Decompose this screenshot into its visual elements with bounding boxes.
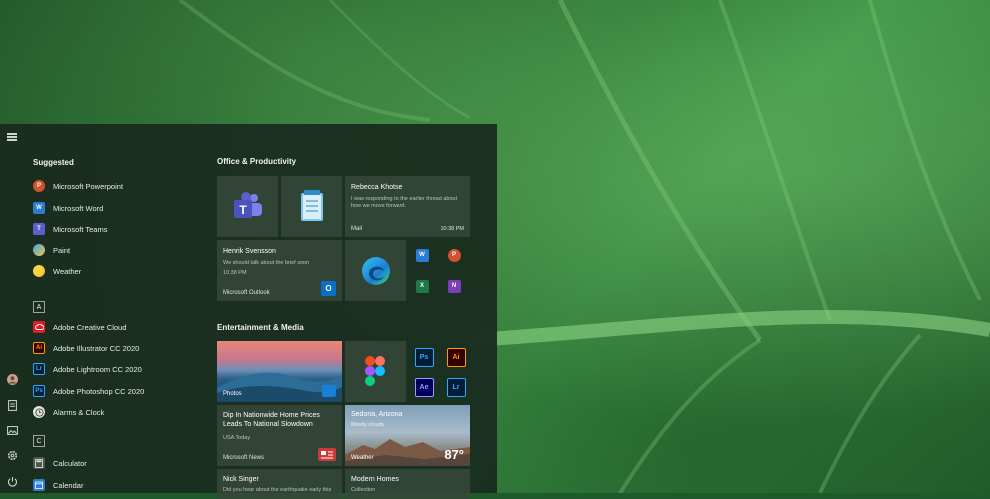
creative-cloud-icon bbox=[33, 321, 45, 333]
mail-preview: I was responding to the earlier thread a… bbox=[351, 196, 458, 209]
figma-icon bbox=[365, 356, 385, 386]
media-group-heading: Entertainment & Media bbox=[217, 323, 304, 332]
photoshop-mini-tile[interactable]: Ps bbox=[413, 346, 435, 368]
weather-city: Sedona, Arizona bbox=[351, 411, 403, 418]
photos-app-label: Photos bbox=[223, 391, 242, 397]
weather-app-label: Weather bbox=[351, 455, 374, 461]
hamburger-icon[interactable] bbox=[5, 130, 19, 144]
mail-time: 10:38 PM bbox=[440, 226, 464, 232]
settings-icon[interactable] bbox=[5, 448, 19, 462]
lightroom-mini-tile[interactable]: Lr bbox=[445, 376, 467, 398]
office-group-heading: Office & Productivity bbox=[217, 157, 297, 166]
onenote-icon: N bbox=[447, 279, 461, 293]
news-headline: Dip In Nationwide Home Prices Leads To N… bbox=[223, 412, 320, 428]
app-item-calculator[interactable]: Calculator bbox=[30, 454, 87, 472]
powerpoint-mini-tile[interactable]: P bbox=[443, 244, 465, 266]
app-item-creative-cloud[interactable]: Adobe Creative Cloud bbox=[30, 318, 126, 336]
power-icon[interactable] bbox=[5, 474, 19, 488]
teams-icon: T bbox=[234, 192, 262, 218]
notepad-tile[interactable] bbox=[281, 176, 342, 237]
app-item-powerpoint[interactable]: P Microsoft Powerpoint bbox=[30, 177, 123, 195]
outlook-icon: O bbox=[321, 281, 336, 296]
illustrator-mini-tile[interactable]: Ai bbox=[445, 346, 467, 368]
word-mini-tile[interactable]: W bbox=[411, 244, 433, 266]
notepad-icon bbox=[301, 190, 323, 221]
app-item-paint[interactable]: Paint bbox=[30, 241, 70, 259]
start-rail bbox=[0, 124, 24, 493]
aftereffects-icon: Ae bbox=[414, 377, 434, 397]
clock-icon bbox=[33, 406, 45, 418]
start-menu: Suggested P Microsoft Powerpoint W Micro… bbox=[0, 124, 497, 499]
illustrator-icon: Ai bbox=[446, 347, 466, 367]
weather-temperature: 87° bbox=[444, 447, 464, 462]
outlook-tile[interactable]: Henrik Svensson We should talk about the… bbox=[217, 240, 342, 301]
excel-icon: X bbox=[415, 279, 429, 293]
onenote-mini-tile[interactable]: N bbox=[443, 275, 465, 297]
app-item-photoshop[interactable]: Ps Adobe Photoshop CC 2020 bbox=[30, 382, 144, 400]
outlook-time: 10:38 PM bbox=[223, 270, 247, 276]
word-icon: W bbox=[415, 248, 429, 262]
user-avatar-icon[interactable] bbox=[5, 372, 19, 386]
weather-condition: Mostly cloudy bbox=[351, 422, 385, 428]
pictures-icon[interactable] bbox=[5, 423, 19, 437]
figma-tile[interactable] bbox=[345, 341, 406, 402]
edge-tile[interactable] bbox=[345, 240, 406, 301]
nick-sender: Nick Singer bbox=[223, 476, 259, 483]
app-item-illustrator[interactable]: Ai Adobe Illustrator CC 2020 bbox=[30, 339, 139, 357]
outlook-preview: We should talk about the brief soon bbox=[223, 260, 310, 266]
powerpoint-icon: P bbox=[447, 248, 461, 262]
calendar-icon bbox=[33, 479, 45, 491]
modern-homes-tile[interactable]: Modern Homes Collection bbox=[345, 469, 470, 499]
excel-mini-tile[interactable]: X bbox=[411, 275, 433, 297]
app-item-alarms-clock[interactable]: Alarms & Clock bbox=[30, 403, 104, 421]
teams-icon: T bbox=[33, 223, 45, 235]
mail-app-label: Mail bbox=[351, 226, 363, 232]
illustrator-icon: Ai bbox=[33, 342, 45, 354]
teams-tile[interactable]: T bbox=[217, 176, 278, 237]
news-app-label: Microsoft News bbox=[223, 455, 265, 461]
outlook-app-label: Microsoft Outlook bbox=[223, 290, 270, 296]
paint-icon bbox=[33, 244, 45, 256]
photos-icon bbox=[322, 385, 336, 397]
letter-header-a[interactable]: A bbox=[33, 301, 45, 313]
news-icon bbox=[318, 448, 336, 461]
app-item-weather[interactable]: Weather bbox=[30, 262, 81, 280]
weather-icon bbox=[33, 265, 45, 277]
tiles-area: Office & Productivity T Rebecca Khotse I… bbox=[217, 124, 492, 499]
powerpoint-icon: P bbox=[33, 180, 45, 192]
nick-singer-tile[interactable]: Nick Singer Did you hear about the earth… bbox=[217, 469, 342, 499]
letter-header-c[interactable]: C bbox=[33, 435, 45, 447]
svg-text:T: T bbox=[239, 203, 247, 217]
news-source: USA Today bbox=[223, 435, 251, 441]
calculator-icon bbox=[33, 457, 45, 469]
weather-tile[interactable]: Sedona, Arizona Mostly cloudy Weather 87… bbox=[345, 405, 470, 466]
app-list: Suggested P Microsoft Powerpoint W Micro… bbox=[30, 124, 200, 493]
lightroom-icon: Lr bbox=[33, 363, 45, 375]
homes-title: Modern Homes bbox=[351, 476, 399, 483]
mail-tile[interactable]: Rebecca Khotse I was responding to the e… bbox=[345, 176, 470, 237]
aftereffects-mini-tile[interactable]: Ae bbox=[413, 376, 435, 398]
word-icon: W bbox=[33, 202, 45, 214]
photoshop-icon: Ps bbox=[414, 347, 434, 367]
outlook-sender: Henrik Svensson bbox=[223, 248, 276, 255]
app-item-teams[interactable]: T Microsoft Teams bbox=[30, 220, 107, 238]
mail-sender: Rebecca Khotse bbox=[351, 184, 403, 191]
lightroom-icon: Lr bbox=[446, 377, 466, 397]
news-tile[interactable]: Dip In Nationwide Home Prices Leads To N… bbox=[217, 405, 342, 466]
app-item-word[interactable]: W Microsoft Word bbox=[30, 199, 103, 217]
edge-icon bbox=[362, 257, 390, 285]
photoshop-icon: Ps bbox=[33, 385, 45, 397]
app-item-lightroom[interactable]: Lr Adobe Lightroom CC 2020 bbox=[30, 360, 142, 378]
app-item-calendar[interactable]: Calendar bbox=[30, 476, 83, 494]
photos-tile[interactable]: Photos bbox=[217, 341, 342, 402]
document-icon[interactable] bbox=[5, 398, 19, 412]
suggested-heading: Suggested bbox=[33, 158, 74, 167]
